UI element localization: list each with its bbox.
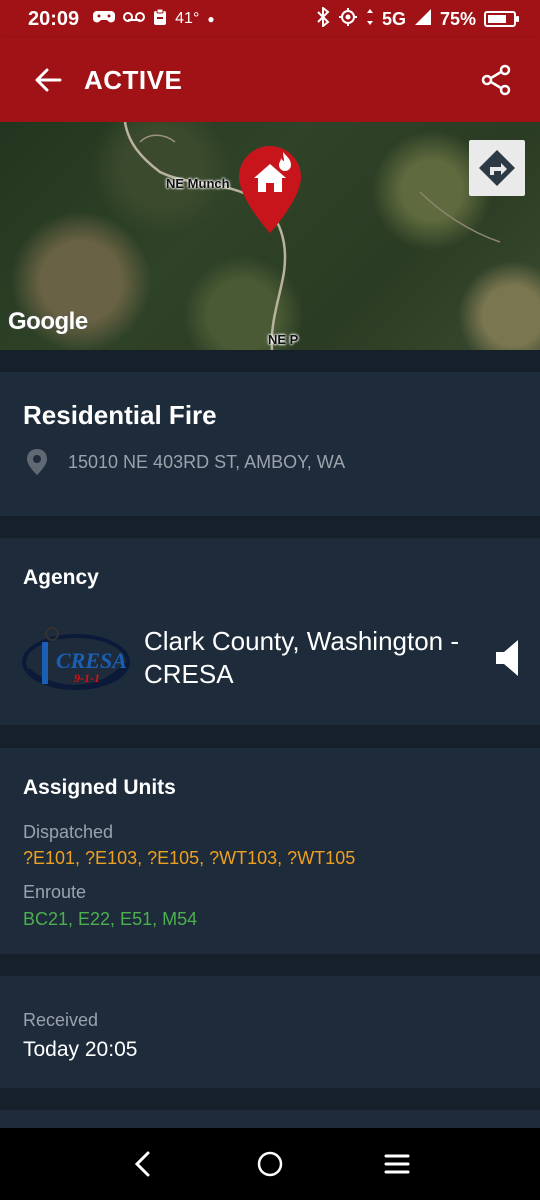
menu-lines-icon <box>384 1154 410 1174</box>
received-label: Received <box>23 1010 99 1030</box>
app-bar: ACTIVE <box>0 38 540 122</box>
agency-name: Clark County, Washington - CRESA <box>144 626 460 689</box>
agency-card: Agency CRESA 9-1-1 Clark County, Washing… <box>0 538 540 725</box>
directions-icon <box>479 150 515 186</box>
agency-section-title: Agency <box>23 566 99 589</box>
share-button[interactable] <box>476 60 516 100</box>
speaker-button[interactable] <box>494 638 522 678</box>
share-icon <box>481 64 511 96</box>
arrow-left-icon <box>35 68 62 92</box>
directions-button[interactable] <box>469 140 525 196</box>
map-pin-icon <box>23 448 51 476</box>
enroute-label: Enroute <box>23 882 87 902</box>
battery-percent: 75% <box>439 8 476 29</box>
cresa-logo-text: CRESA <box>56 648 127 673</box>
cresa-logo-subtext: 9-1-1 <box>74 671 100 685</box>
voicemail-icon <box>123 10 146 28</box>
dispatched-label: Dispatched <box>23 822 114 842</box>
bluetooth-icon <box>316 5 330 32</box>
speaker-icon <box>496 640 518 676</box>
status-time: 20:09 <box>28 7 80 30</box>
received-card: Received Today 20:05 <box>0 976 540 1088</box>
nav-recents-button[interactable] <box>367 1134 427 1194</box>
system-nav-bar <box>0 1128 540 1200</box>
clipboard-icon <box>153 8 167 31</box>
google-logo: Google <box>8 308 88 335</box>
network-type: 5G <box>381 8 406 29</box>
battery-icon <box>484 11 519 27</box>
received-time: Today 20:05 <box>23 1038 138 1061</box>
fire-location-pin-icon <box>239 146 301 233</box>
chevron-left-icon <box>135 1151 150 1177</box>
back-button[interactable] <box>28 60 68 100</box>
incident-card: Residential Fire 15010 NE 403RD ST, AMBO… <box>0 372 540 516</box>
map-road-label: NE Munch <box>166 176 230 191</box>
units-section-title: Assigned Units <box>23 776 176 799</box>
home-circle-icon <box>257 1151 283 1177</box>
page-title: ACTIVE <box>84 64 183 95</box>
gamepad-icon <box>93 10 116 29</box>
notification-dot-icon: ● <box>207 12 215 26</box>
map-road-label: NE P <box>268 332 299 347</box>
next-card <box>0 1110 540 1128</box>
assigned-units-card: Assigned Units Dispatched ?E101, ?E103, … <box>0 748 540 954</box>
cresa-logo: CRESA 9-1-1 <box>22 627 130 690</box>
signal-icon <box>414 8 432 31</box>
nav-home-button[interactable] <box>240 1134 300 1194</box>
incident-address[interactable]: 15010 NE 403RD ST, AMBOY, WA <box>68 452 345 473</box>
dispatched-units: ?E101, ?E103, ?E105, ?WT103, ?WT105 <box>23 848 356 868</box>
nav-back-button[interactable] <box>113 1134 173 1194</box>
enroute-units: BC21, E22, E51, M54 <box>23 909 198 929</box>
data-arrows-icon <box>366 8 374 31</box>
incident-type: Residential Fire <box>23 400 217 430</box>
temperature-text: 41° <box>175 10 200 27</box>
location-icon <box>338 7 358 32</box>
status-bar: 20:09 41° ● 5G 75% <box>0 0 540 38</box>
